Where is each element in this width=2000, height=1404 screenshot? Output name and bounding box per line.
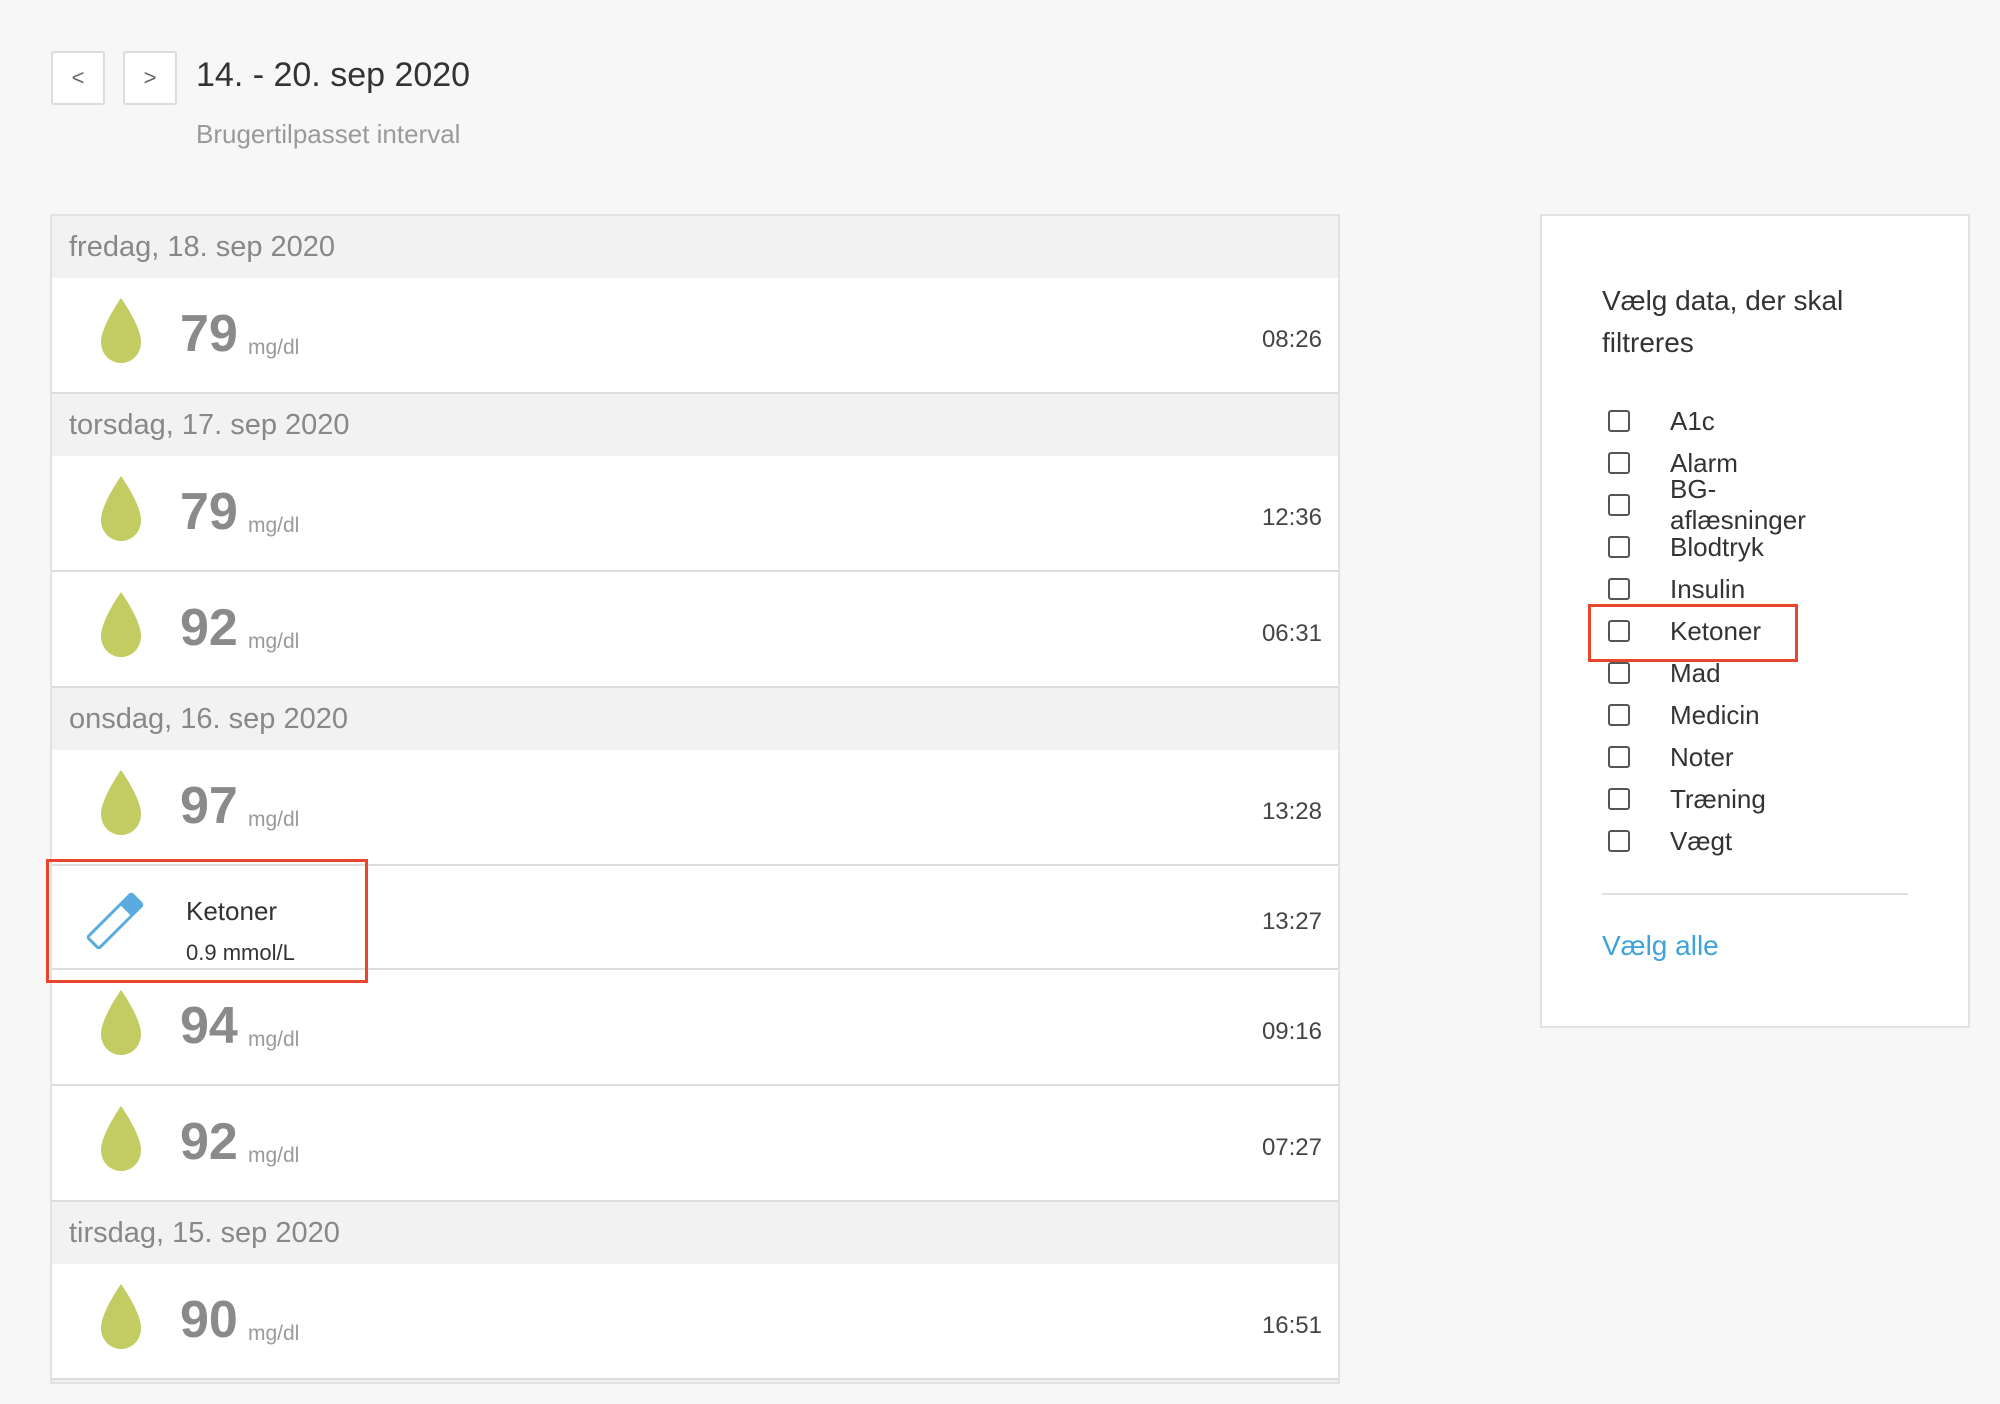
entry-time: 07:27 xyxy=(1261,1134,1322,1161)
filter-option-label: Ketoner xyxy=(1670,615,1762,646)
ketone-entry-row[interactable]: Ketoner 0.9 mmol/L 13:27 xyxy=(52,866,1338,970)
filter-option-label: Blodtryk xyxy=(1670,531,1764,562)
day-header: torsdag, 17. sep 2020 xyxy=(52,394,1338,456)
glucose-unit: mg/dl xyxy=(248,630,300,653)
filter-checkbox[interactable] xyxy=(1608,536,1630,558)
select-all-link[interactable]: Vælg alle xyxy=(1602,930,1719,962)
filter-option[interactable]: A1c xyxy=(1608,400,1715,442)
day-header: onsdag, 16. sep 2020 xyxy=(52,688,1338,750)
filter-option[interactable]: Alarm xyxy=(1608,442,1738,484)
filter-option-label: A1c xyxy=(1670,405,1715,436)
glucose-value: 94 xyxy=(180,997,238,1055)
blood-drop-icon xyxy=(101,1106,141,1171)
filter-option-label: BG-aflæsninger xyxy=(1670,474,1806,535)
day-header: fredag, 18. sep 2020 xyxy=(52,216,1338,278)
blood-drop-icon xyxy=(101,298,141,363)
glucose-value: 90 xyxy=(180,1291,238,1349)
glucose-entry-row[interactable]: 79 mg/dl 08:26 xyxy=(52,278,1338,394)
filter-option-label: Insulin xyxy=(1670,573,1746,604)
glucose-value: 79 xyxy=(180,305,238,363)
glucose-unit: mg/dl xyxy=(248,1028,300,1051)
filter-option-label: Mad xyxy=(1670,657,1721,688)
filter-checkbox[interactable] xyxy=(1608,830,1630,852)
entry-time: 08:26 xyxy=(1261,326,1322,353)
filter-checkbox[interactable] xyxy=(1608,704,1630,726)
ketone-value: 0.9 mmol/L xyxy=(186,940,295,965)
entry-time: 13:28 xyxy=(1261,798,1322,825)
filter-option-label: Noter xyxy=(1670,741,1734,772)
filter-option-label: Vægt xyxy=(1670,825,1733,856)
glucose-unit: mg/dl xyxy=(248,336,300,359)
entry-time: 12:36 xyxy=(1261,504,1322,531)
next-week-button[interactable]: > xyxy=(123,51,177,105)
filter-checkbox[interactable] xyxy=(1608,494,1630,516)
filter-title: Vælg data, der skal filtreres xyxy=(1602,285,1844,358)
blood-drop-icon xyxy=(101,770,141,835)
previous-week-button[interactable]: < xyxy=(51,51,105,105)
glucose-entry-row[interactable]: 94 mg/dl 09:16 xyxy=(52,970,1338,1086)
glucose-value: 92 xyxy=(180,1113,238,1171)
glucose-entry-row[interactable]: 90 mg/dl 16:51 xyxy=(52,1264,1338,1380)
glucose-unit: mg/dl xyxy=(248,808,300,831)
glucose-value: 97 xyxy=(180,777,238,835)
glucose-unit: mg/dl xyxy=(248,1144,300,1167)
filter-checkbox[interactable] xyxy=(1608,662,1630,684)
filter-option[interactable]: Blodtryk xyxy=(1608,526,1764,568)
filter-option[interactable]: Mad xyxy=(1608,652,1721,694)
blood-drop-icon xyxy=(101,990,141,1055)
ketone-label: Ketoner xyxy=(186,896,278,926)
glucose-unit: mg/dl xyxy=(248,514,300,537)
filter-checkbox[interactable] xyxy=(1608,620,1630,642)
filter-checkbox[interactable] xyxy=(1608,578,1630,600)
filter-checkbox[interactable] xyxy=(1608,410,1630,432)
day-header: tirsdag, 15. sep 2020 xyxy=(52,1202,1338,1264)
filter-options: A1c Alarm BG-aflæsninger Blodtryk Insulin Ket… xyxy=(1608,400,1806,862)
glucose-entry-row[interactable]: 92 mg/dl 06:31 xyxy=(52,572,1338,688)
filter-option[interactable]: Noter xyxy=(1608,736,1734,778)
filter-option-label: Medicin xyxy=(1670,699,1760,730)
filter-option[interactable]: Medicin xyxy=(1608,694,1760,736)
filter-option[interactable]: Insulin xyxy=(1608,568,1745,610)
filter-option[interactable]: Ketoner xyxy=(1608,610,1761,652)
filter-option[interactable]: Træning xyxy=(1608,778,1766,820)
ketone-strip-icon xyxy=(86,892,144,950)
filter-checkbox[interactable] xyxy=(1608,452,1630,474)
filter-checkbox[interactable] xyxy=(1608,746,1630,768)
entry-time: 09:16 xyxy=(1261,1018,1322,1045)
filter-checkbox[interactable] xyxy=(1608,788,1630,810)
glucose-entry-row[interactable]: 92 mg/dl 07:27 xyxy=(52,1086,1338,1202)
filter-option-label: Træning xyxy=(1670,783,1766,814)
blood-drop-icon xyxy=(101,476,141,541)
glucose-entry-row[interactable]: 97 mg/dl 13:28 xyxy=(52,750,1338,866)
filter-option[interactable]: BG-aflæsninger xyxy=(1608,474,1806,535)
blood-drop-icon xyxy=(101,592,141,657)
filter-divider xyxy=(1602,893,1908,895)
blood-drop-icon xyxy=(101,1284,141,1349)
filter-option[interactable]: Vægt xyxy=(1608,820,1732,862)
logbook-list: fredag, 18. sep 2020 79 mg/dl 08:26 torsdag,… xyxy=(50,214,1340,1384)
date-range-subtitle: Brugertilpasset interval xyxy=(196,119,461,149)
entry-time: 06:31 xyxy=(1261,620,1322,647)
glucose-value: 92 xyxy=(180,599,238,657)
glucose-unit: mg/dl xyxy=(248,1322,300,1345)
glucose-value: 79 xyxy=(180,483,238,541)
entry-time: 13:27 xyxy=(1261,908,1322,935)
date-range-title: 14. - 20. sep 2020 xyxy=(196,56,471,94)
entry-time: 16:51 xyxy=(1261,1312,1322,1339)
glucose-entry-row[interactable]: 79 mg/dl 12:36 xyxy=(52,456,1338,572)
filter-panel: Vælg data, der skal filtreres A1c Alarm BG… xyxy=(1540,214,1970,1028)
